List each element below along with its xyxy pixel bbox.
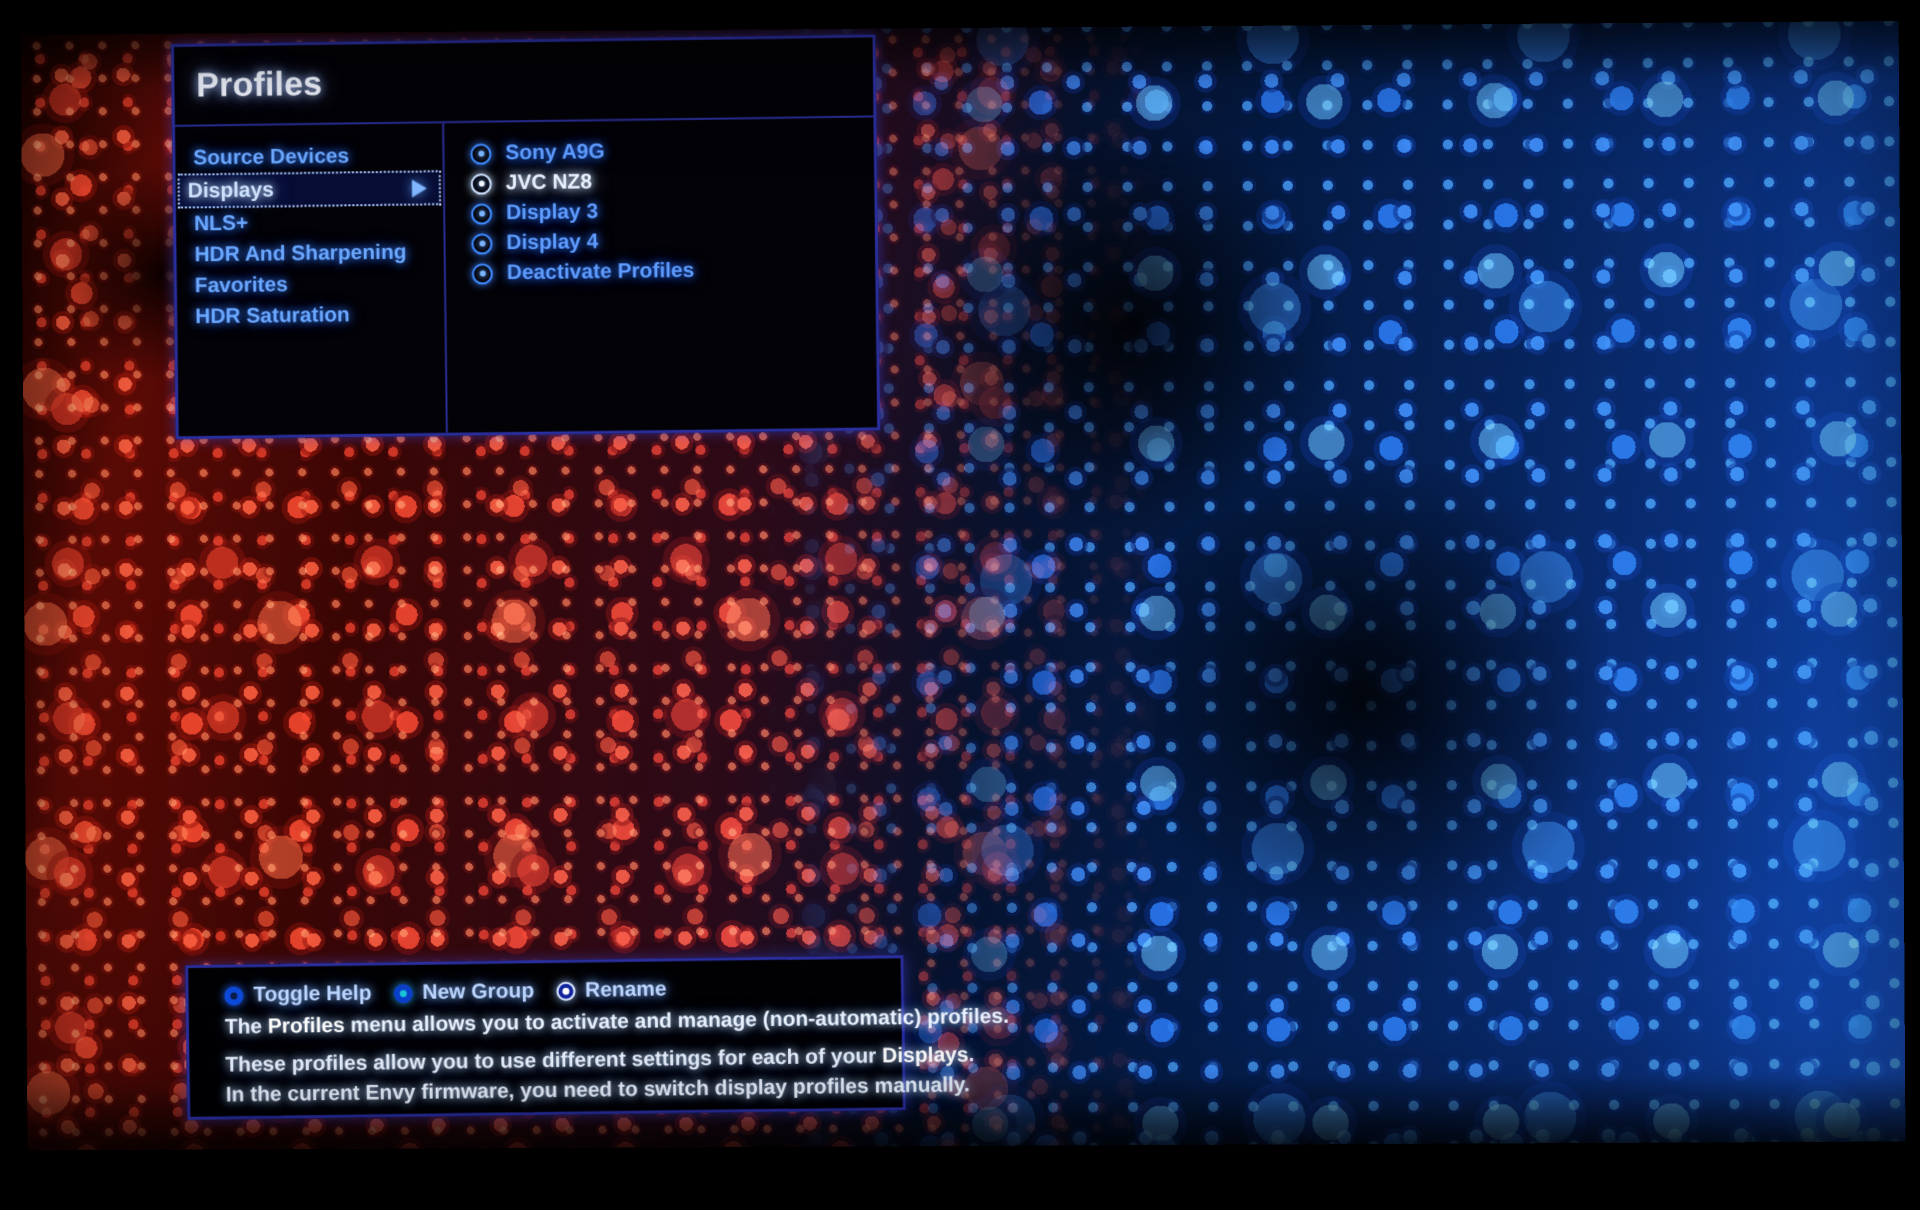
menu-item-label: NLS+ bbox=[193, 211, 249, 235]
radio-button-icon[interactable] bbox=[471, 262, 493, 285]
rename-button[interactable]: Rename bbox=[555, 977, 667, 1003]
menu-item-hdr-saturation[interactable]: HDR Saturation bbox=[187, 298, 435, 332]
profiles-menu-panel: Profiles Source Devices Displays NLS+ HD… bbox=[170, 34, 881, 440]
menu-column-left: Source Devices Displays NLS+ HDR And Sha… bbox=[174, 123, 448, 437]
profile-option-label: JVC NZ8 bbox=[505, 170, 593, 195]
menu-item-label: HDR Saturation bbox=[195, 302, 350, 328]
menu-item-label: Source Devices bbox=[193, 143, 350, 169]
profile-option-label: Deactivate Profiles bbox=[506, 258, 695, 285]
profile-option-label: Display 4 bbox=[506, 230, 599, 255]
osd-body: Source Devices Displays NLS+ HDR And Sha… bbox=[174, 117, 877, 437]
menu-item-favorites[interactable]: Favorites bbox=[187, 267, 435, 301]
menu-item-label: Favorites bbox=[194, 272, 289, 297]
tv-screen: Profiles Source Devices Displays NLS+ HD… bbox=[20, 21, 1906, 1151]
toggle-help-label: Toggle Help bbox=[253, 981, 372, 1007]
radio-button-icon[interactable] bbox=[470, 143, 492, 165]
profile-option-deactivate-profiles[interactable]: Deactivate Profiles bbox=[446, 253, 876, 289]
menu-item-nls-plus[interactable]: NLS+ bbox=[186, 205, 434, 239]
menu-item-source-devices[interactable]: Source Devices bbox=[185, 139, 433, 173]
help-button-row: Toggle Help New Group Rename bbox=[224, 974, 887, 1007]
radio-dot-white-icon bbox=[555, 981, 576, 1001]
new-group-button[interactable]: New Group bbox=[393, 979, 534, 1005]
new-group-label: New Group bbox=[422, 979, 535, 1004]
help-panel: Toggle Help New Group Rename The Profile… bbox=[185, 955, 1009, 1120]
radio-button-icon[interactable] bbox=[471, 232, 493, 255]
radio-button-icon[interactable] bbox=[470, 173, 492, 195]
toggle-help-button[interactable]: Toggle Help bbox=[224, 981, 372, 1008]
menu-item-label: HDR And Sharpening bbox=[194, 240, 407, 266]
page-title: Profiles bbox=[196, 64, 323, 105]
osd-title-bar: Profiles bbox=[173, 37, 874, 127]
menu-item-label: Displays bbox=[187, 177, 274, 202]
radio-button-icon[interactable] bbox=[471, 202, 493, 225]
tv-photograph: Profiles Source Devices Displays NLS+ HD… bbox=[0, 0, 1920, 1210]
triangle-right-icon bbox=[411, 178, 428, 198]
menu-item-displays[interactable]: Displays bbox=[177, 170, 442, 209]
profile-option-label: Display 3 bbox=[505, 200, 599, 225]
menu-item-hdr-and-sharpening[interactable]: HDR And Sharpening bbox=[186, 236, 434, 270]
wallpaper-dark-patch bbox=[1101, 453, 1626, 938]
rename-label: Rename bbox=[584, 977, 667, 1002]
help-line-1: The Profiles menu allows you to activate… bbox=[224, 1004, 1009, 1039]
profile-option-label: Sony A9G bbox=[505, 140, 605, 165]
radio-dot-blue-icon bbox=[224, 985, 244, 1006]
profile-options-column: Sony A9G JVC NZ8 Display 3 Display 4 Dea… bbox=[444, 117, 877, 432]
radio-dot-cyan-icon bbox=[393, 983, 413, 1003]
